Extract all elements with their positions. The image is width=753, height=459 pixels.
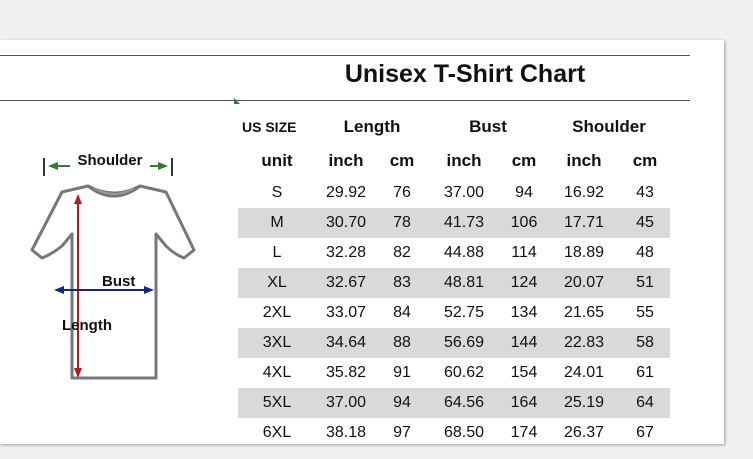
cell-shoulder-inch: 20.07 (548, 268, 620, 298)
cell-length-inch: 33.07 (325, 304, 367, 321)
title-bottom-rule (0, 100, 690, 101)
cell-length-cm: 91 (393, 364, 411, 381)
cell-length-cm: 76 (393, 184, 411, 201)
cell-shoulder-inch: 21.65 (563, 304, 605, 321)
cell-shoulder-cm: 64 (620, 388, 670, 418)
cell-length-inch: 29.92 (325, 184, 367, 201)
shoulder-group-header: Shoulder (572, 116, 646, 136)
cell-size: 3XL (238, 328, 316, 358)
cell-shoulder-cm: 58 (620, 328, 670, 358)
cell-size: S (271, 184, 283, 201)
cell-bust-cm: 174 (510, 424, 538, 441)
table-row: 6XL 38.18 97 68.50 174 26.37 67 (238, 418, 670, 448)
cell-bust-cm: 124 (500, 268, 548, 298)
table-row: 3XL 34.64 88 56.69 144 22.83 58 (238, 328, 670, 358)
cell-shoulder-inch: 16.92 (563, 184, 605, 201)
cell-bust-inch: 56.69 (428, 328, 500, 358)
cell-shoulder-inch: 22.83 (548, 328, 620, 358)
length-label: Length (62, 317, 112, 334)
bust-cm-header: cm (511, 151, 537, 170)
bust-inch-header: inch (446, 151, 482, 170)
shoulder-cm-header: cm (632, 151, 658, 170)
cell-shoulder-inch: 25.19 (548, 388, 620, 418)
cell-length-inch: 30.70 (316, 208, 376, 238)
length-inch-header: inch (328, 151, 364, 170)
cell-bust-cm: 94 (515, 184, 533, 201)
cell-shoulder-cm: 45 (620, 208, 670, 238)
cell-length-inch: 35.82 (325, 364, 367, 381)
table-row: 5XL 37.00 94 64.56 164 25.19 64 (238, 388, 670, 418)
cell-length-cm: 82 (393, 244, 411, 261)
cell-bust-inch: 52.75 (443, 304, 485, 321)
bust-group-header: Bust (469, 116, 507, 136)
cell-length-cm: 88 (376, 328, 428, 358)
cell-bust-inch: 68.50 (443, 424, 485, 441)
unit-header: unit (261, 151, 293, 170)
size-table-body: S 29.92 76 37.00 94 16.92 43 M 30.70 78 41.73 106 17… (238, 178, 670, 448)
cell-length-inch: 38.18 (325, 424, 367, 441)
top-rule (0, 55, 690, 56)
cell-length-cm: 78 (376, 208, 428, 238)
cell-shoulder-cm: 51 (620, 268, 670, 298)
cell-shoulder-cm: 67 (636, 424, 654, 441)
cell-size: 4XL (262, 364, 292, 381)
cell-shoulder-inch: 26.37 (563, 424, 605, 441)
cell-bust-inch: 41.73 (428, 208, 500, 238)
cell-size: XL (238, 268, 316, 298)
cell-shoulder-cm: 48 (636, 244, 654, 261)
bust-label: Bust (102, 273, 135, 290)
length-group-header: Length (343, 116, 401, 136)
cell-bust-inch: 48.81 (428, 268, 500, 298)
cell-length-inch: 32.67 (316, 268, 376, 298)
cell-length-cm: 83 (376, 268, 428, 298)
table-row: 4XL 35.82 91 60.62 154 24.01 61 (238, 358, 670, 388)
cell-bust-cm: 154 (510, 364, 538, 381)
size-chart-sheet: Unisex T-Shirt Chart Shoulder Length Bus… (0, 40, 724, 444)
length-cm-header: cm (389, 151, 415, 170)
cell-length-cm: 94 (376, 388, 428, 418)
shoulder-label: Shoulder (77, 152, 142, 169)
shoulder-arrowhead-right (158, 162, 168, 170)
cell-shoulder-inch: 24.01 (563, 364, 605, 381)
header-row-units: unit inch cm inch cm inch cm (238, 144, 670, 178)
cell-shoulder-inch: 17.71 (548, 208, 620, 238)
cell-bust-inch: 60.62 (443, 364, 485, 381)
cell-size: 5XL (238, 388, 316, 418)
cell-shoulder-cm: 55 (636, 304, 654, 321)
cell-length-cm: 97 (393, 424, 411, 441)
table-row: 2XL 33.07 84 52.75 134 21.65 55 (238, 298, 670, 328)
cell-bust-cm: 106 (500, 208, 548, 238)
size-table: US SIZE Length Bust Shoulder unit inch c… (238, 109, 670, 448)
cell-size: 2XL (262, 304, 292, 321)
cell-bust-inch: 64.56 (428, 388, 500, 418)
cell-size: L (272, 244, 282, 261)
table-row: L 32.28 82 44.88 114 18.89 48 (238, 238, 670, 268)
bust-arrowhead-left (54, 286, 64, 294)
cell-bust-inch: 37.00 (443, 184, 485, 201)
shoulder-inch-header: inch (566, 151, 602, 170)
cell-bust-inch: 44.88 (443, 244, 485, 261)
cell-size: 6XL (262, 424, 292, 441)
cell-length-cm: 84 (393, 304, 411, 321)
header-row-groups: US SIZE Length Bust Shoulder (238, 109, 670, 144)
cell-bust-cm: 134 (510, 304, 538, 321)
cell-bust-cm: 164 (500, 388, 548, 418)
cell-shoulder-cm: 61 (636, 364, 654, 381)
shoulder-arrowhead-left (48, 162, 58, 170)
cell-bust-cm: 144 (500, 328, 548, 358)
cell-length-inch: 32.28 (325, 244, 367, 261)
cell-corner-mark (234, 98, 240, 104)
table-row: M 30.70 78 41.73 106 17.71 45 (238, 208, 670, 238)
us-size-header: US SIZE (242, 118, 297, 135)
cell-length-inch: 34.64 (316, 328, 376, 358)
chart-title: Unisex T-Shirt Chart (344, 60, 586, 88)
tshirt-diagram: Shoulder Length Bust (30, 152, 196, 380)
cell-bust-cm: 114 (511, 244, 537, 261)
table-row: XL 32.67 83 48.81 124 20.07 51 (238, 268, 670, 298)
cell-shoulder-inch: 18.89 (563, 244, 605, 261)
cell-length-inch: 37.00 (316, 388, 376, 418)
cell-shoulder-cm: 43 (636, 184, 654, 201)
table-row: S 29.92 76 37.00 94 16.92 43 (238, 178, 670, 208)
cell-size: M (238, 208, 316, 238)
